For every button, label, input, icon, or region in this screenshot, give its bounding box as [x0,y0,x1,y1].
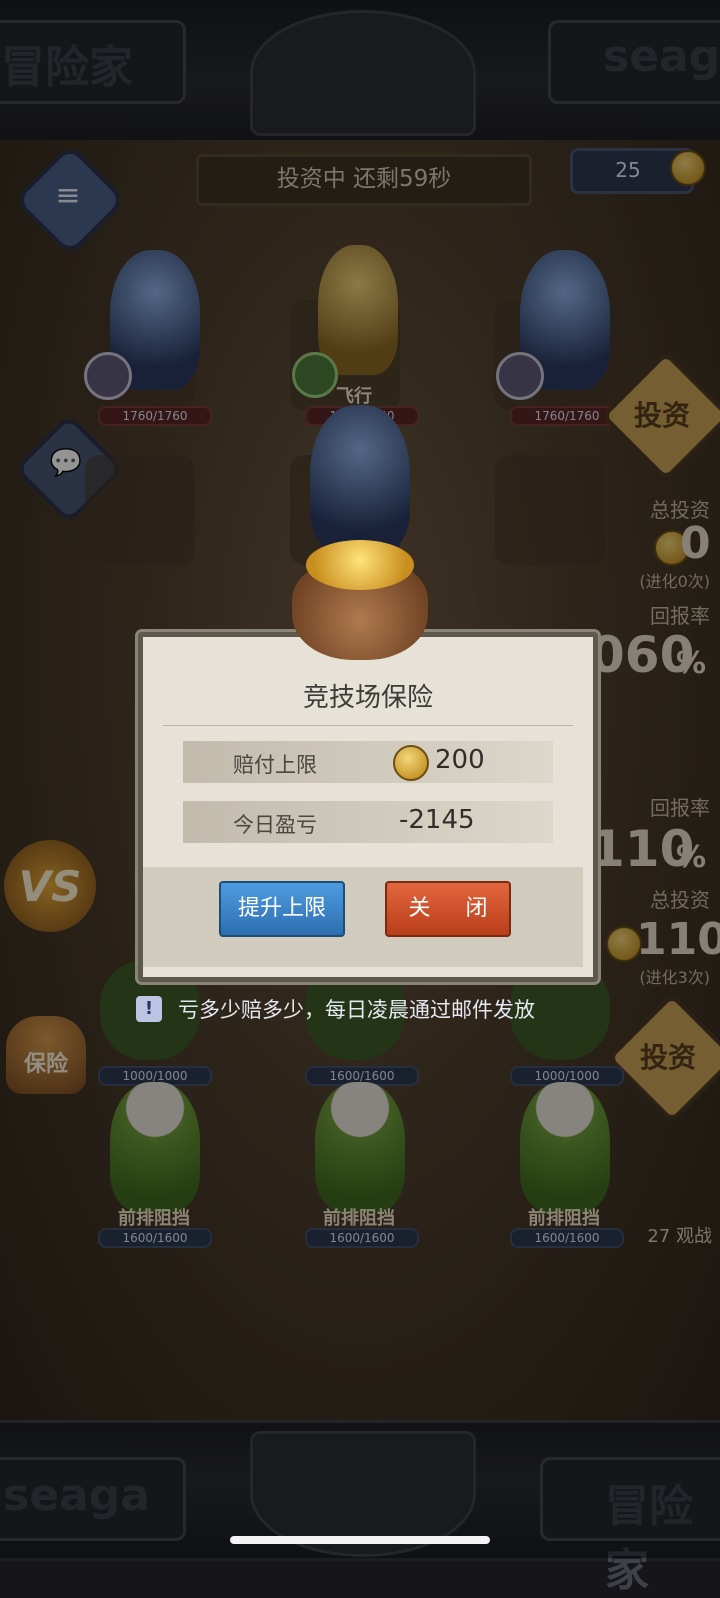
gold-coins-icon [306,540,414,590]
payout-limit-label: 赔付上限 [233,753,317,777]
insurance-dialog: 竞技场保险 赔付上限 200 今日盈亏 -2145 提升上限 关 闭 [138,632,598,982]
close-button[interactable]: 关 闭 [385,881,511,937]
notice-text: 亏多少赔多少，每日凌晨通过邮件发放 [178,998,535,1022]
raise-limit-button[interactable]: 提升上限 [219,881,345,937]
divider [163,725,573,726]
dialog-footer [143,867,583,967]
today-pl-value: -2145 [399,805,475,835]
payout-limit-value: 200 [435,745,485,775]
notice-icon: ! [136,996,162,1022]
coin-icon [393,745,429,781]
insurance-notice: ! 亏多少赔多少，每日凌晨通过邮件发放 [0,986,720,1032]
home-indicator[interactable] [230,1536,490,1544]
today-pl-label: 今日盈亏 [233,813,317,837]
dialog-title: 竞技场保险 [302,683,433,713]
